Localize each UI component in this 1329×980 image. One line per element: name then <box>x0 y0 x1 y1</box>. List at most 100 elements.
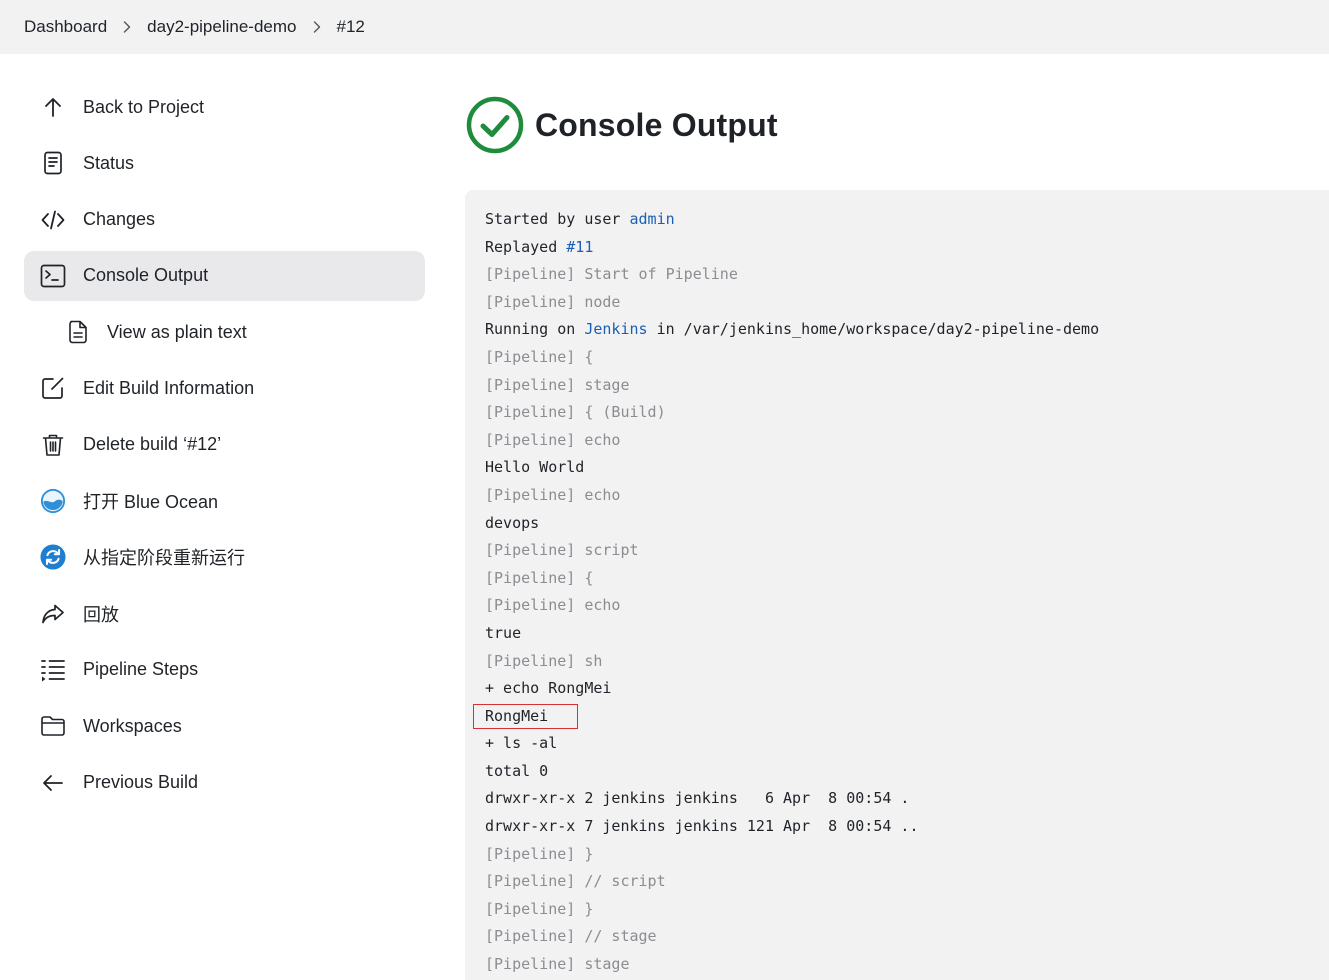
console-text: [Pipeline] echo <box>485 485 621 504</box>
sidebar-item-back-to-project[interactable]: Back to Project <box>24 82 425 132</box>
console-line: Running on Jenkins in /var/jenkins_home/… <box>485 316 1099 344</box>
console-line: [Pipeline] } <box>485 841 1099 869</box>
sidebar-item-label: Status <box>83 152 135 173</box>
console-link[interactable]: admin <box>630 210 675 228</box>
console-line: [Pipeline] stage <box>485 372 1099 400</box>
console-line: [Pipeline] node <box>485 289 1099 317</box>
sidebar-item-delete-build[interactable]: Delete build ‘#12’ <box>24 420 425 470</box>
console-line: [Pipeline] echo <box>485 482 1099 510</box>
sidebar-item-edit-build-information[interactable]: Edit Build Information <box>24 363 425 413</box>
edit-icon <box>39 374 67 402</box>
document-icon <box>39 149 67 177</box>
terminal-icon <box>39 262 67 290</box>
breadcrumb-project[interactable]: day2-pipeline-demo <box>147 17 296 37</box>
sidebar-item-label: 打开 Blue Ocean <box>83 492 219 513</box>
sidebar-item-restart-stage[interactable]: 从指定阶段重新运行 <box>24 532 425 582</box>
chevron-right-icon <box>107 20 147 34</box>
success-check-icon <box>466 96 524 154</box>
sidebar-item-label: View as plain text <box>107 321 247 342</box>
replay-icon <box>39 600 67 628</box>
console-line: Started by user admin <box>485 206 1099 234</box>
console-line: [Pipeline] stage <box>485 951 1099 979</box>
console-text: Started by user <box>485 210 630 228</box>
console-link[interactable]: #11 <box>566 238 593 256</box>
console-line: [Pipeline] sh <box>485 648 1099 676</box>
console-text: [Pipeline] echo <box>485 596 621 615</box>
console-text: + ls -al <box>485 734 558 753</box>
console-line: [Pipeline] { (Build) <box>485 399 1099 427</box>
sidebar-item-label: Workspaces <box>83 715 182 736</box>
sidebar-item-label: Edit Build Information <box>83 377 255 398</box>
console-text: [Pipeline] node <box>485 292 621 311</box>
sidebar-item-workspaces[interactable]: Workspaces <box>24 701 425 751</box>
console-line: total 0 <box>485 758 1099 786</box>
breadcrumb-bar: Dashboard day2-pipeline-demo #12 <box>0 0 1329 54</box>
console-text: [Pipeline] stage <box>485 955 630 974</box>
console-text: [Pipeline] echo <box>485 430 621 449</box>
sidebar-item-view-plain-text[interactable]: View as plain text <box>24 307 425 357</box>
restart-stage-icon <box>39 543 67 571</box>
arrow-up-icon <box>39 93 67 121</box>
console-text: drwxr-xr-x 7 jenkins jenkins 121 Apr 8 0… <box>485 817 919 836</box>
sidebar-item-label: 回放 <box>83 604 119 625</box>
console-text: [Pipeline] Start of Pipeline <box>485 265 738 284</box>
file-text-icon <box>64 318 92 346</box>
sidebar-item-blue-ocean[interactable]: 打开 Blue Ocean <box>24 476 425 526</box>
breadcrumb-dashboard[interactable]: Dashboard <box>24 17 107 37</box>
console-text: in /var/jenkins_home/workspace/day2-pipe… <box>647 320 1100 339</box>
sidebar-item-status[interactable]: Status <box>24 138 425 188</box>
console-text: drwxr-xr-x 2 jenkins jenkins 6 Apr 8 00:… <box>485 789 910 808</box>
console-line: drwxr-xr-x 2 jenkins jenkins 6 Apr 8 00:… <box>485 785 1099 813</box>
console-line: [Pipeline] { <box>485 344 1099 372</box>
console-line: [Pipeline] { <box>485 565 1099 593</box>
blue-ocean-icon <box>39 487 67 515</box>
chevron-right-icon <box>297 20 337 34</box>
console-text: + echo RongMei <box>485 679 612 698</box>
console-text: [Pipeline] script <box>485 541 639 560</box>
console-text: total 0 <box>485 761 549 780</box>
sidebar-item-label: Console Output <box>83 265 209 286</box>
console-line: [Pipeline] // script <box>485 868 1099 896</box>
sidebar-item-label: 从指定阶段重新运行 <box>83 548 245 569</box>
console-line: true <box>485 620 1099 648</box>
sidebar-item-previous-build[interactable]: Previous Build <box>24 758 425 808</box>
sidebar-item-label: Changes <box>83 209 156 230</box>
highlight-box <box>473 704 578 729</box>
sidebar-item-label: Delete build ‘#12’ <box>83 434 222 455</box>
console-line: + ls -al <box>485 730 1099 758</box>
console-line: [Pipeline] script <box>485 537 1099 565</box>
console-line: devops <box>485 510 1099 538</box>
arrow-left-icon <box>39 769 67 797</box>
console-line: [Pipeline] echo <box>485 592 1099 620</box>
console-line: [Pipeline] Start of Pipeline <box>485 261 1099 289</box>
console-line: [Pipeline] // stage <box>485 923 1099 951</box>
folder-icon <box>39 712 67 740</box>
console-line: [Pipeline] } <box>485 896 1099 924</box>
sidebar-item-console-output[interactable]: Console Output <box>24 250 425 301</box>
console-line: drwxr-xr-x 7 jenkins jenkins 121 Apr 8 0… <box>485 813 1099 841</box>
console-output-panel: Started by user admin Replayed #11 [Pipeli… <box>465 190 1329 980</box>
console-link[interactable]: Jenkins <box>584 320 647 338</box>
console-text: Hello World <box>485 458 585 477</box>
console-text: [Pipeline] { (Build) <box>485 403 666 422</box>
sidebar-item-label: Pipeline Steps <box>83 659 199 680</box>
page-header: Console Output <box>466 95 778 155</box>
console-text: [Pipeline] { <box>485 347 594 366</box>
console-text: true <box>485 623 522 642</box>
sidebar-item-changes[interactable]: Changes <box>24 195 425 245</box>
console-line: + echo RongMei <box>485 675 1099 703</box>
console-line: [Pipeline] echo <box>485 427 1099 455</box>
console-text: [Pipeline] // script <box>485 872 666 891</box>
pipeline-steps-icon <box>39 656 67 684</box>
sidebar-item-replay[interactable]: 回放 <box>24 589 425 639</box>
console-text: Running on <box>485 320 585 339</box>
console-text: Replayed <box>485 237 567 256</box>
sidebar-item-pipeline-steps[interactable]: Pipeline Steps <box>24 645 425 695</box>
breadcrumb-build[interactable]: #12 <box>337 17 365 37</box>
sidebar-item-label: Previous Build <box>83 772 199 793</box>
page-title: Console Output <box>535 106 778 143</box>
console-text: [Pipeline] } <box>485 899 594 918</box>
console-line: Replayed #11 <box>485 234 1099 262</box>
console-text: [Pipeline] } <box>485 844 594 863</box>
console-log: Started by user admin Replayed #11 [Pipeli… <box>485 206 1099 979</box>
